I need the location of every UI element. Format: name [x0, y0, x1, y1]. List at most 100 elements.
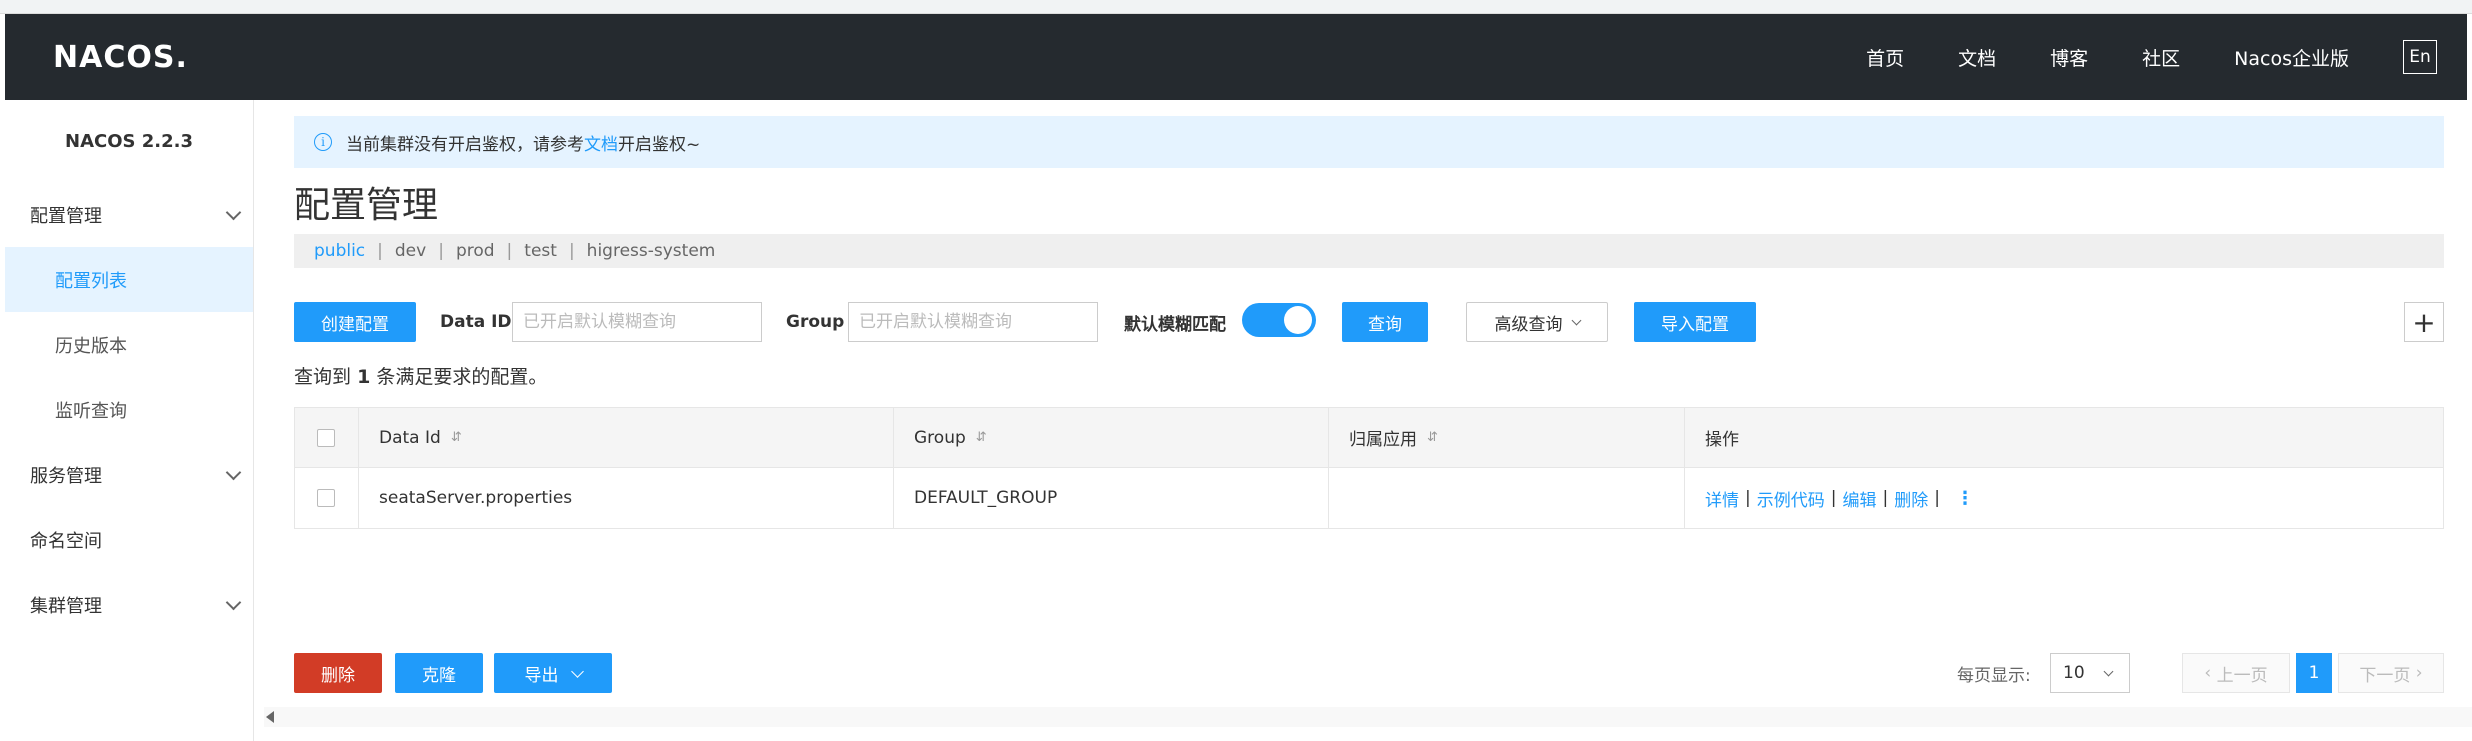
chevron-down-icon [225, 204, 242, 221]
chevron-right-icon: › [2410, 663, 2423, 683]
edit-link[interactable]: 编辑 [1842, 486, 1876, 511]
top-nav: NACOS. 首页 文档 博客 社区 Nacos企业版 En [5, 14, 2467, 100]
nav-link-enterprise[interactable]: Nacos企业版 [2234, 44, 2349, 71]
browser-chrome-strip [0, 0, 2472, 14]
op-separator: | [1934, 488, 1940, 508]
fuzzy-match-toggle[interactable] [1242, 303, 1316, 337]
table-header-row: Data Id ⇵ Group ⇵ 归属应用 ⇵ 操作 [295, 408, 2443, 468]
op-separator: | [1882, 488, 1889, 508]
sort-icon[interactable]: ⇵ [976, 430, 987, 445]
export-label: 导出 [524, 665, 559, 686]
sort-icon[interactable]: ⇵ [1427, 430, 1438, 445]
config-table: Data Id ⇵ Group ⇵ 归属应用 ⇵ 操作 seataServer.… [294, 407, 2444, 529]
cell-data-id: seataServer.properties [359, 468, 894, 528]
sidebar-group-label: 集群管理 [30, 595, 102, 617]
namespace-separator: | [568, 241, 575, 261]
prev-page-button[interactable]: ‹ 上一页 [2182, 653, 2290, 693]
version-label: NACOS 2.2.3 [65, 130, 193, 152]
chevron-down-icon [570, 664, 584, 678]
namespace-test[interactable]: test [524, 241, 557, 261]
nav-link-home[interactable]: 首页 [1866, 44, 1904, 71]
sidebar: NACOS 2.2.3 配置管理 配置列表 历史版本 监听查询 服务管理 命名空… [5, 100, 254, 741]
sidebar-group-cluster-management[interactable]: 集群管理 [5, 572, 253, 637]
sidebar-group-service-management[interactable]: 服务管理 [5, 442, 253, 507]
column-header-group[interactable]: Group ⇵ [894, 408, 1329, 467]
column-header-label: 归属应用 [1349, 430, 1417, 450]
data-id-input[interactable] [512, 302, 762, 342]
language-toggle-button[interactable]: En [2403, 40, 2437, 74]
cell-operations: 详情 | 示例代码 | 编辑 | 删除 | ⋮ [1685, 468, 2443, 528]
nacos-logo[interactable]: NACOS. [53, 40, 188, 75]
group-label: Group [786, 312, 845, 332]
more-actions-icon[interactable]: ⋮ [1956, 488, 1974, 509]
nav-link-docs[interactable]: 文档 [1958, 44, 1996, 71]
chevron-down-icon [225, 464, 242, 481]
result-suffix: 条满足要求的配置。 [376, 366, 548, 388]
auth-notice: i 当前集群没有开启鉴权，请参考 文档 开启鉴权~ [294, 116, 2444, 168]
row-checkbox[interactable] [317, 489, 335, 507]
namespace-prod[interactable]: prod [456, 241, 495, 261]
op-separator: | [1745, 488, 1751, 508]
column-header-label: Data Id [379, 427, 441, 448]
result-summary: 查询到 1 条满足要求的配置。 [294, 362, 547, 389]
chevron-left-icon: ‹ [2204, 663, 2217, 683]
notice-suffix: 开启鉴权~ [618, 134, 701, 155]
sample-code-link[interactable]: 示例代码 [1757, 486, 1825, 511]
sidebar-item-listener-query[interactable]: 监听查询 [5, 377, 253, 442]
namespace-bar: public | dev | prod | test | higress-sys… [294, 234, 2444, 268]
advanced-query-button[interactable]: 高级查询 [1466, 302, 1608, 342]
cell-app [1329, 468, 1685, 528]
sidebar-group-label: 服务管理 [30, 465, 102, 487]
select-all-checkbox[interactable] [317, 428, 335, 447]
clone-button[interactable]: 克隆 [395, 653, 483, 693]
toggle-knob [1284, 306, 1312, 334]
sidebar-group-label: 配置管理 [30, 205, 102, 227]
export-button[interactable]: 导出 [494, 653, 612, 693]
query-button[interactable]: 查询 [1342, 302, 1428, 342]
nav-link-community[interactable]: 社区 [2142, 44, 2180, 71]
top-nav-links: 首页 文档 博客 社区 Nacos企业版 En [1866, 14, 2467, 100]
nav-link-blog[interactable]: 博客 [2050, 44, 2088, 71]
namespace-separator: | [377, 241, 383, 261]
import-config-button[interactable]: 导入配置 [1634, 302, 1756, 342]
details-link[interactable]: 详情 [1705, 486, 1739, 511]
sidebar-item-history[interactable]: 历史版本 [5, 312, 253, 377]
horizontal-scrollbar[interactable] [264, 707, 2472, 727]
page-size-label: 每页显示: [1957, 665, 2031, 686]
main-content: i 当前集群没有开启鉴权，请参考 文档 开启鉴权~ 配置管理 public | … [254, 100, 2472, 741]
result-count: 1 [357, 366, 371, 388]
next-page-button[interactable]: 下一页 › [2338, 653, 2444, 693]
page-size-value: 10 [2063, 663, 2085, 683]
table-row: seataServer.properties DEFAULT_GROUP 详情 … [295, 468, 2443, 528]
cell-group: DEFAULT_GROUP [894, 468, 1329, 528]
row-checkbox-cell [295, 468, 359, 528]
chevron-down-icon [1571, 315, 1581, 325]
namespace-public[interactable]: public [314, 241, 365, 261]
notice-docs-link[interactable]: 文档 [584, 130, 618, 155]
scroll-left-arrow-icon[interactable] [266, 711, 274, 723]
search-toolbar: 创建配置 Data ID Group 默认模糊匹配 查询 高级查询 导入配置 + [294, 302, 2444, 342]
header-checkbox-cell [295, 408, 359, 467]
create-config-button[interactable]: 创建配置 [294, 302, 416, 342]
batch-delete-button[interactable]: 删除 [294, 653, 382, 693]
op-separator: | [1830, 488, 1837, 508]
sidebar-group-config-management[interactable]: 配置管理 [5, 182, 253, 247]
chevron-down-icon [225, 594, 242, 611]
column-header-data-id[interactable]: Data Id ⇵ [359, 408, 894, 467]
sidebar-group-namespace[interactable]: 命名空间 [5, 507, 253, 572]
group-input[interactable] [848, 302, 1098, 342]
data-id-label: Data ID [440, 312, 512, 332]
page-number-current[interactable]: 1 [2296, 653, 2332, 693]
namespace-dev[interactable]: dev [395, 241, 426, 261]
prev-page-label: 上一页 [2216, 665, 2268, 686]
add-plus-button[interactable]: + [2404, 302, 2444, 342]
sort-icon[interactable]: ⇵ [451, 430, 462, 445]
namespace-higress-system[interactable]: higress-system [587, 241, 716, 261]
column-header-label: Group [914, 427, 966, 448]
column-header-label: 操作 [1705, 430, 1739, 450]
page-size-select[interactable]: 10 [2050, 653, 2130, 693]
delete-link[interactable]: 删除 [1894, 486, 1928, 511]
sidebar-group-label: 命名空间 [30, 530, 102, 552]
column-header-app[interactable]: 归属应用 ⇵ [1329, 408, 1685, 467]
sidebar-item-config-list[interactable]: 配置列表 [5, 247, 253, 312]
